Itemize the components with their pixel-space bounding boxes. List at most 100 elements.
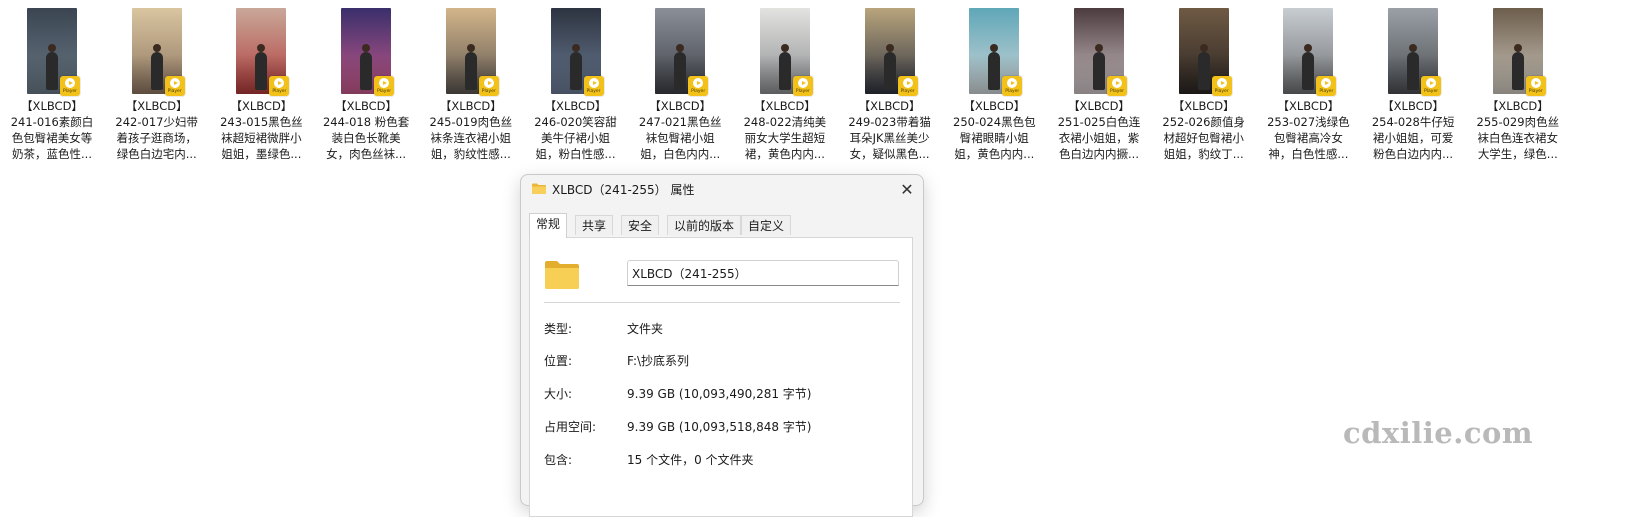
tab-customize[interactable]: 自定义 [741, 215, 792, 235]
tab-general[interactable]: 常规 [529, 213, 568, 238]
location-value: F:\抄底系列 [627, 354, 690, 368]
player-badge-label: Player [691, 89, 706, 94]
player-badge-icon: Player [1421, 76, 1442, 96]
player-badge-icon: Player [1211, 76, 1232, 96]
file-name-line: 女，疑似黑色... [849, 147, 930, 161]
player-badge-icon: Player [583, 76, 604, 96]
player-badge-label: Player [795, 89, 810, 94]
tab-previous-versions[interactable]: 以前的版本 [667, 215, 742, 235]
file-name: 【XLBCD】 251-025白色连 衣裙小姐姐，紫 色白边内内撅... [1047, 98, 1151, 162]
size-value: 9.39 GB (10,093,490,281 字节) [627, 387, 812, 401]
file-item[interactable]: Player 【XLBCD】 251-025白色连 衣裙小姐姐，紫 色白边内内撅... [1047, 6, 1151, 174]
file-name: 【XLBCD】 244-018 粉色套 装白色长靴美 女，肉色丝袜... [314, 98, 418, 162]
file-name-line: 着孩子逛商场， [116, 131, 197, 145]
file-item[interactable]: Player 【XLBCD】 252-026颜值身 材超好包臀裙小 姐姐，豹纹丁... [1152, 6, 1256, 174]
play-icon [65, 78, 75, 88]
properties-dialog: XLBCD（241-255） 属性 ✕ 常规 共享 安全 以前的版本 自定义 类… [520, 174, 924, 517]
player-badge-label: Player [1319, 89, 1334, 94]
file-name-line: 【XLBCD】 [1068, 99, 1130, 113]
file-name-line: 色包臀裙美女等 [11, 131, 93, 145]
file-item[interactable]: Player 【XLBCD】 253-027浅绿色 包臀裙高冷女 神，白色性感... [1256, 6, 1360, 174]
file-item[interactable]: Player 【XLBCD】 246-020笑容甜 美牛仔裙小姐 姐，粉白性感... [524, 6, 628, 174]
file-name-line: 臀裙眼睛小姐 [959, 131, 1029, 145]
play-icon [1321, 78, 1332, 88]
file-name-line: 255-029肉色丝 [1476, 115, 1560, 129]
play-icon [1530, 78, 1541, 88]
dialog-title: XLBCD（241-255） 属性 [552, 183, 695, 197]
file-name: 【XLBCD】 245-019肉色丝 袜条连衣裙小姐 姐，豹纹性感... [419, 98, 523, 162]
play-icon [379, 78, 390, 88]
file-name-line: 袜超短裙微胖小 [221, 131, 302, 145]
file-item[interactable]: Player 【XLBCD】 255-029肉色丝 袜白色连衣裙女 大学生，绿色... [1466, 6, 1570, 174]
file-name-line: 253-027浅绿色 [1267, 115, 1350, 129]
file-item[interactable]: Player 【XLBCD】 245-019肉色丝 袜条连衣裙小姐 姐，豹纹性感... [419, 6, 523, 174]
player-badge-icon: Player [1316, 76, 1337, 96]
file-name-line: 244-018 粉色套 [322, 115, 410, 129]
file-item[interactable]: Player 【XLBCD】 249-023带着猫 耳朵JK黑丝美少 女，疑似黑色... [838, 6, 942, 174]
player-badge-icon: Player [269, 76, 290, 96]
file-name-line: 246-020笑容甜 [534, 115, 617, 129]
type-value: 文件夹 [627, 322, 664, 336]
player-badge-label: Player [377, 89, 392, 94]
player-badge-label: Player [1005, 89, 1020, 94]
file-name-line: 247-021黑色丝 [638, 115, 722, 129]
player-badge-icon: Player [688, 76, 709, 96]
file-name-line: 裙小姐姐，可爱 [1372, 131, 1454, 145]
player-badge-label: Player [586, 89, 601, 94]
file-item[interactable]: Player 【XLBCD】 250-024黑色包 臀裙眼睛小姐 姐，黄色内内... [942, 6, 1046, 174]
file-name-line: 美牛仔裙小姐 [541, 131, 610, 145]
file-name-line: 色白边内内撅... [1059, 147, 1139, 161]
file-name-line: 粉色白边内内... [1373, 147, 1454, 161]
file-name-line: 姐，粉白性感... [535, 147, 616, 161]
file-name-line: 252-026颜值身 [1162, 115, 1245, 129]
size-on-disk-label: 占用空间: [544, 420, 597, 434]
size-on-disk-value: 9.39 GB (10,093,518,848 字节) [627, 420, 812, 434]
tab-sharing[interactable]: 共享 [575, 215, 614, 235]
file-name-line: 【XLBCD】 [230, 99, 293, 113]
location-label: 位置: [544, 354, 573, 368]
player-badge-icon: Player [1525, 76, 1546, 96]
file-name-line: 姐，黄色内内... [954, 147, 1035, 161]
file-item[interactable]: Player 【XLBCD】 247-021黑色丝 袜包臀裙小姐 姐，白色内内... [628, 6, 732, 174]
file-name: 【XLBCD】 247-021黑色丝 袜包臀裙小姐 姐，白色内内... [628, 98, 732, 162]
play-icon [483, 78, 494, 88]
file-name-line: 【XLBCD】 [21, 99, 83, 113]
play-icon [693, 78, 704, 88]
file-item[interactable]: Player 【XLBCD】 241-016素颜白 色包臀裙美女等 奶茶，蓝色性... [0, 6, 104, 174]
play-icon [1112, 78, 1122, 88]
dialog-titlebar[interactable]: XLBCD（241-255） 属性 ✕ [521, 175, 923, 205]
play-icon [274, 78, 285, 88]
file-item[interactable]: Player 【XLBCD】 243-015黑色丝 袜超短裙微胖小 姐姐，墨绿色... [209, 6, 313, 174]
file-item[interactable]: Player 【XLBCD】 248-022清纯美 丽女大学生超短 裙，黄色内内... [733, 6, 837, 174]
file-item[interactable]: Player 【XLBCD】 244-018 粉色套 装白色长靴美 女，肉色丝袜... [314, 6, 418, 174]
file-name-line: 250-024黑色包 [953, 115, 1036, 129]
general-panel: 类型: 文件夹 位置: F:\抄底系列 大小: 9.39 GB (10,093,… [529, 237, 913, 517]
file-name-line: 姐姐，豹纹丁... [1163, 147, 1244, 161]
contains-value: 15 个文件，0 个文件夹 [627, 453, 754, 467]
file-name-line: 254-028牛仔短 [1371, 115, 1455, 129]
play-icon [588, 78, 599, 88]
file-name-line: 242-017少妇带 [115, 115, 198, 129]
file-item[interactable]: Player 【XLBCD】 242-017少妇带 着孩子逛商场， 绿色白边宅内... [105, 6, 209, 174]
player-badge-label: Player [62, 89, 77, 94]
file-grid: Player 【XLBCD】 241-016素颜白 色包臀裙美女等 奶茶，蓝色性... P… [0, 6, 1639, 176]
file-name-line: 【XLBCD】 [1277, 99, 1340, 113]
file-name: 【XLBCD】 242-017少妇带 着孩子逛商场， 绿色白边宅内... [105, 98, 209, 162]
play-icon [1007, 78, 1018, 88]
tab-security[interactable]: 安全 [621, 215, 660, 235]
file-name-line: 【XLBCD】 [439, 99, 502, 113]
file-name-line: 姐，豹纹性感... [430, 147, 511, 161]
player-badge-label: Player [900, 89, 915, 94]
file-name-line: 包臀裙高冷女 [1273, 131, 1343, 145]
close-button[interactable]: ✕ [895, 178, 919, 202]
folder-name-input[interactable] [627, 260, 899, 286]
file-name: 【XLBCD】 246-020笑容甜 美牛仔裙小姐 姐，粉白性感... [524, 98, 628, 162]
divider [544, 302, 900, 303]
file-item[interactable]: Player 【XLBCD】 254-028牛仔短 裙小姐姐，可爱 粉色白边内内... [1361, 6, 1465, 174]
file-name-line: 【XLBCD】 [544, 99, 607, 113]
file-name: 【XLBCD】 248-022清纯美 丽女大学生超短 裙，黄色内内... [733, 98, 837, 162]
file-name-line: 245-019肉色丝 [429, 115, 513, 129]
player-badge-icon: Player [1107, 76, 1127, 96]
player-badge-icon: Player [60, 76, 80, 96]
file-name-line: 绿色白边宅内... [116, 147, 197, 161]
